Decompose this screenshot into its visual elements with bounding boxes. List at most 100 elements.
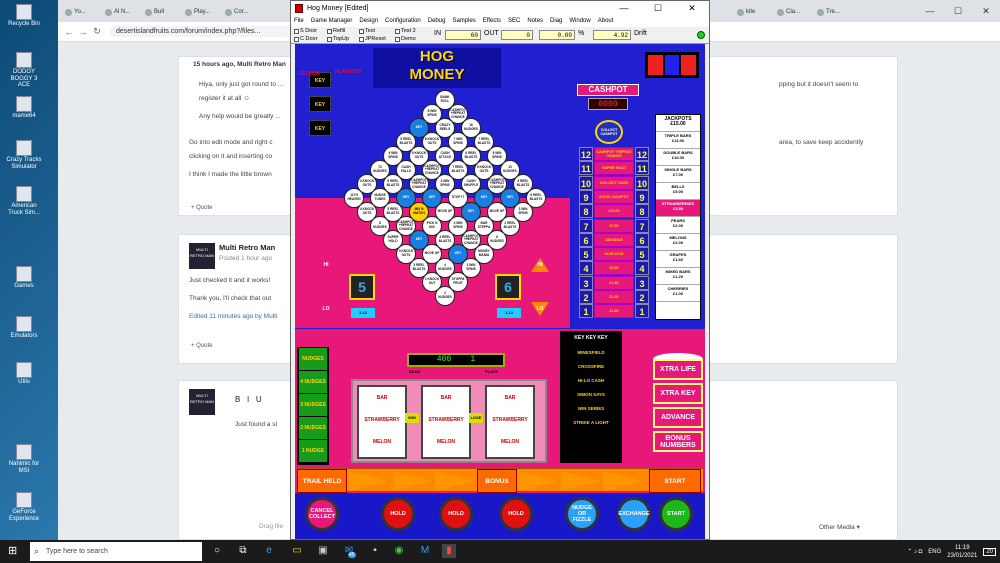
browser-tab[interactable]: Yo... — [62, 4, 100, 22]
topup-checkbox[interactable]: TopUp — [327, 36, 349, 42]
menu-item[interactable]: Effects — [483, 16, 501, 27]
windows-start-icon[interactable]: ⊞ — [8, 545, 20, 557]
task-switch-icon[interactable]: ⧉ — [236, 544, 250, 558]
refill-checkbox[interactable]: Refill — [327, 28, 345, 34]
quote-header: 15 hours ago, Multi Retro Man — [193, 61, 286, 68]
chrome-icon[interactable]: ◉ — [392, 544, 406, 558]
paytable-row: JACKPOTS £15.00 — [656, 115, 700, 132]
emulator-title-bar[interactable]: Hog Money [Edited] — ☐ ✕ — [291, 1, 709, 16]
browser-tab[interactable]: Play... — [182, 4, 220, 22]
jpreset-checkbox[interactable]: JPReset — [359, 36, 386, 42]
desktop-icon-image — [16, 4, 32, 20]
desktop-icon[interactable]: American Truck Sim... — [4, 186, 44, 216]
desktop-icon[interactable]: Games — [4, 266, 44, 290]
s-door-checkbox[interactable]: S Door — [294, 28, 317, 34]
clock[interactable]: 11:19 23/01/2021 — [947, 544, 977, 560]
task-view-icon[interactable]: ○ — [210, 544, 224, 558]
menu-item[interactable]: Diag — [550, 16, 562, 27]
ladder-row: 4 £2.00 4 — [579, 261, 649, 276]
nudge-or-fizzle-button[interactable]: NUDGE OR FIZZLE — [565, 497, 599, 531]
browser-tab[interactable]: Cla... — [774, 4, 812, 22]
avatar[interactable]: MULTI RETRO MAN — [189, 243, 215, 269]
post-author[interactable]: Multi Retro Man — [219, 243, 275, 252]
app-m-icon[interactable]: M — [418, 544, 432, 558]
browser-tab[interactable]: Tre... — [814, 4, 852, 22]
menu-item[interactable]: Samples — [452, 16, 475, 27]
editor-text[interactable]: Just found a sl — [235, 421, 277, 428]
drag-files-hint[interactable]: Drag file — [259, 523, 283, 530]
trail-arrow — [519, 471, 559, 491]
menu-item[interactable]: Configuration — [385, 16, 421, 27]
c-door-checkbox[interactable]: C Door — [294, 36, 317, 42]
terminal-icon[interactable]: ▪ — [368, 544, 382, 558]
post-text: clicking on it and inserting co — [189, 153, 273, 160]
left-edge — [295, 44, 305, 198]
maximize-icon[interactable]: ☐ — [944, 0, 972, 22]
other-media-button[interactable]: Other Media ▾ — [819, 523, 860, 531]
desktop-icon[interactable]: Crazy Tracks Simulator — [4, 140, 44, 170]
menu-item[interactable]: SEC — [508, 16, 520, 27]
demo-checkbox[interactable]: Demo — [395, 36, 416, 42]
desktop-icon[interactable]: Nahimic for MSI — [4, 444, 44, 474]
file-explorer-icon[interactable]: ▭ — [290, 544, 304, 558]
test-checkbox[interactable]: Test — [359, 28, 375, 34]
browser-tab[interactable]: Bull — [142, 4, 180, 22]
maximize-icon[interactable]: ☐ — [641, 1, 675, 16]
minimize-icon[interactable]: — — [916, 0, 944, 22]
key-features-panel: KEY KEY KEY MINESFIELD CROSSFIRE HI-LO CASH… — [560, 331, 622, 463]
feature-button: BONUS NUMBERS — [653, 431, 703, 452]
menu-item[interactable]: About — [598, 16, 614, 27]
hold-button[interactable]: HOLD — [499, 497, 533, 531]
quote-button[interactable]: + Quote — [191, 343, 213, 349]
ladder-row: 8 £10.00 8 — [579, 204, 649, 219]
store-icon[interactable]: ▣ — [316, 544, 330, 558]
desktop-icon[interactable]: Utils — [4, 362, 44, 386]
back-icon[interactable]: ← — [62, 27, 76, 37]
desktop-icon-label: GeForce Experience — [8, 509, 40, 522]
hold-button[interactable]: HOLD — [381, 497, 415, 531]
forward-icon[interactable]: → — [76, 27, 90, 37]
start-button[interactable]: START — [659, 497, 693, 531]
language-indicator[interactable]: ENG — [928, 549, 941, 555]
browser-tab[interactable]: Cor... — [222, 4, 260, 22]
desktop-icon[interactable]: mame64 — [4, 96, 44, 120]
tray-icons[interactable]: ⌃ ♪ ◘ — [907, 548, 922, 555]
edge-icon[interactable]: e — [262, 544, 276, 558]
test2-checkbox[interactable]: Test 2 — [395, 28, 416, 34]
dice-range-right: 1-12 — [497, 308, 521, 318]
quote-button[interactable]: + Quote — [191, 205, 213, 211]
ladder-number: 4 — [635, 261, 649, 276]
system-tray: ⌃ ♪ ◘ ENG 11:19 23/01/2021 20 — [907, 540, 996, 563]
features-label: FEATURES — [335, 69, 362, 75]
desktop-icon[interactable]: Recycle Bin — [4, 4, 44, 28]
notification-icon[interactable]: 20 — [983, 547, 996, 556]
minimize-icon[interactable]: — — [607, 1, 641, 16]
menu-item[interactable]: File — [294, 16, 304, 27]
desktop-icon-label: Games — [14, 283, 34, 289]
menu-item[interactable]: Window — [569, 16, 590, 27]
menu-item[interactable]: Design — [359, 16, 378, 27]
ladder-number: 11 — [635, 161, 649, 176]
cancel-collect-button[interactable]: CANCEL COLLECT — [305, 497, 339, 531]
desktop-icon-image — [16, 362, 32, 378]
exchange-button[interactable]: EXCHANGE — [617, 497, 651, 531]
desktop-icon-image — [16, 96, 32, 112]
desktop-icon[interactable]: GeForce Experience — [4, 492, 44, 522]
menu-item[interactable]: Debug — [428, 16, 446, 27]
close-icon[interactable]: ✕ — [972, 0, 1000, 22]
reload-icon[interactable]: ↻ — [90, 26, 104, 37]
menu-item[interactable]: Game Manager — [311, 16, 353, 27]
emulator-task-icon[interactable]: ▮ — [442, 544, 456, 558]
taskbar-search[interactable]: Type here to search — [30, 542, 202, 561]
browser-tab[interactable]: kite — [734, 4, 772, 22]
reel-symbol: BAR — [504, 395, 516, 401]
desktop-icon[interactable]: DODGY BOGGY 3 ACE — [4, 52, 44, 89]
editor-toolbar[interactable]: B I U — [235, 395, 262, 404]
browser-tab[interactable]: Al N... — [102, 4, 140, 22]
hold-button[interactable]: HOLD — [439, 497, 473, 531]
percent-label: % — [578, 30, 585, 37]
close-icon[interactable]: ✕ — [675, 1, 709, 16]
menu-item[interactable]: Notes — [527, 16, 543, 27]
ladder-prize: £4.00 £3.00 — [594, 247, 634, 262]
desktop-icon[interactable]: Emulators — [4, 316, 44, 340]
